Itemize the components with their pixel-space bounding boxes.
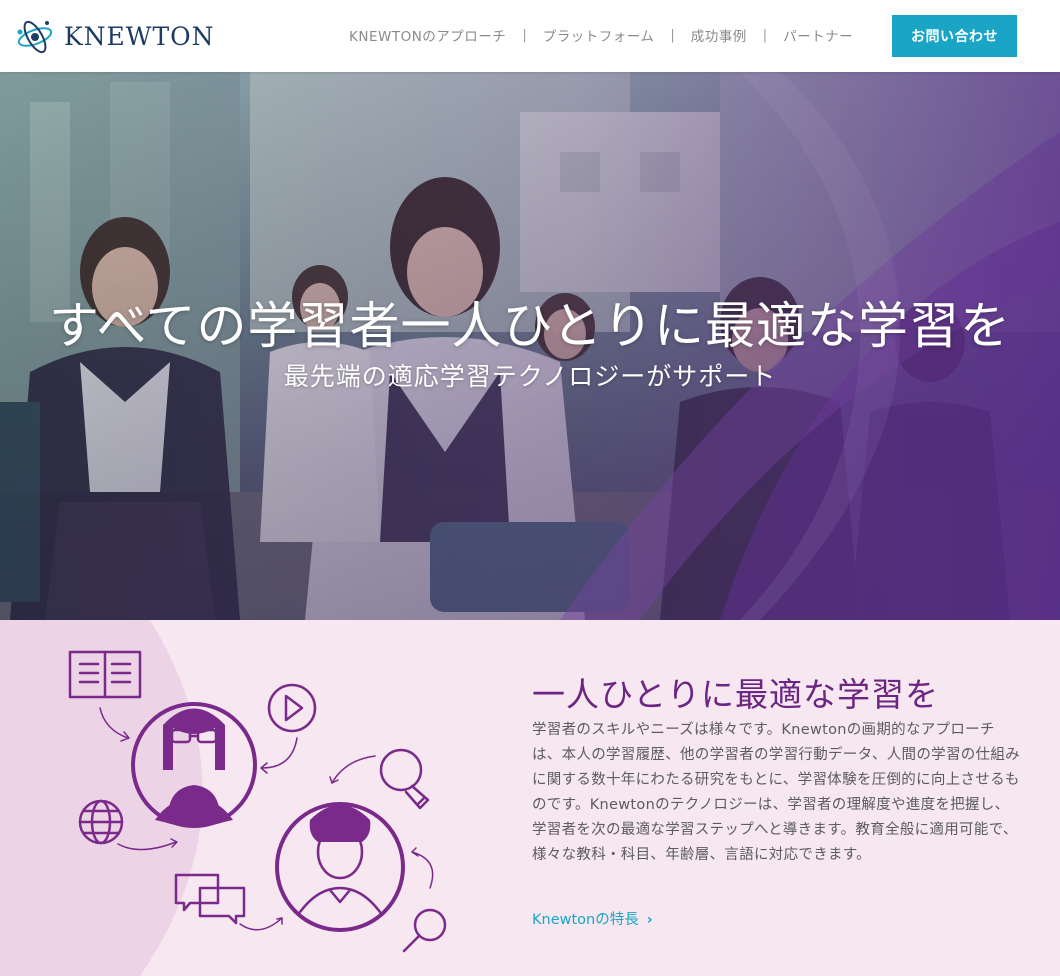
nav-item-partners[interactable]: パートナー [783, 25, 853, 45]
site-header: KNEWTON KNEWTONのアプローチ | プラットフォーム | 成功事例 … [0, 0, 1060, 72]
learner-avatar-student [275, 802, 405, 932]
nav-item-approach[interactable]: KNEWTONのアプローチ [349, 25, 506, 45]
knewton-features-link[interactable]: Knewtonの特長 › [532, 908, 653, 929]
feature-title: 一人ひとりに最適な学習を [532, 675, 940, 714]
nav-separator: | [522, 27, 527, 43]
lightbulb-icon [379, 748, 430, 810]
feature-link-label: Knewtonの特長 [532, 912, 639, 928]
knewton-atom-logo-icon [17, 20, 53, 54]
learner-avatar-glasses [131, 702, 257, 828]
hero-subtitle: 最先端の適応学習テクノロジーがサポート [283, 362, 777, 391]
hero-title: すべての学習者一人ひとりに最適な学習を [49, 297, 1011, 355]
nav-separator: | [762, 27, 768, 43]
main-nav: KNEWTONのアプローチ | プラットフォーム | 成功事例 | パートナー [349, 25, 853, 46]
logo-wordmark: KNEWTON [64, 21, 215, 51]
nav-item-platform[interactable]: プラットフォーム [543, 25, 655, 45]
learning-illustration [68, 650, 447, 953]
book-icon [68, 650, 142, 699]
knewton-logo[interactable]: KNEWTON [16, 14, 215, 58]
chat-icon [174, 873, 246, 925]
chevron-right-icon: › [646, 912, 653, 928]
globe-icon [78, 799, 124, 845]
nav-item-success-stories[interactable]: 成功事例 [691, 25, 747, 45]
feature-section: 一人ひとりに最適な学習を 学習者のスキルやニーズは様々です。Knewtonの画期… [0, 620, 1060, 976]
nav-separator: | [670, 27, 675, 43]
hero-section: すべての学習者一人ひとりに最適な学習を 最先端の適応学習テクノロジーがサポート [0, 72, 1060, 620]
play-icon [267, 683, 317, 733]
contact-button[interactable]: お問い合わせ [892, 15, 1017, 57]
feature-description: 学習者のスキルやニーズは様々です。Knewtonの画期的なアプローチは、本人の学… [532, 722, 1020, 863]
magnifier-icon [402, 908, 447, 953]
